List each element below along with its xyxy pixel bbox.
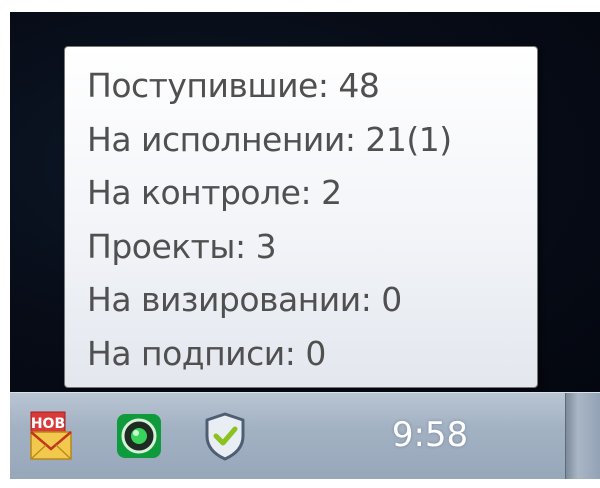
shield-check-icon[interactable] <box>198 409 252 463</box>
hob-badge-label: НОВ <box>31 416 65 432</box>
green-circle-app-icon[interactable] <box>112 409 166 463</box>
tooltip-line-on-control: На контроле: 2 <box>87 173 342 212</box>
tray-clock[interactable]: 9:58 <box>370 415 490 455</box>
show-desktop-button[interactable] <box>565 393 600 479</box>
tray-notification-tooltip: Поступившие: 48 На исполнении: 21(1) На … <box>64 46 538 388</box>
tooltip-line-projects: Проекты: 3 <box>87 226 277 266</box>
mail-hob-icon[interactable]: НОВ <box>24 409 78 463</box>
tooltip-line-on-signature: На подписи: 0 <box>87 333 326 373</box>
screenshot: Поступившие: 48 На исполнении: 21(1) На … <box>0 0 600 488</box>
tooltip-line-on-approval: На визировании: 0 <box>87 280 402 319</box>
taskbar: НОВ 9:58 <box>10 392 600 479</box>
tooltip-line-in-execution: На исполнении: 21(1) <box>87 119 452 159</box>
tooltip-line-incoming: Поступившие: 48 <box>87 66 380 105</box>
